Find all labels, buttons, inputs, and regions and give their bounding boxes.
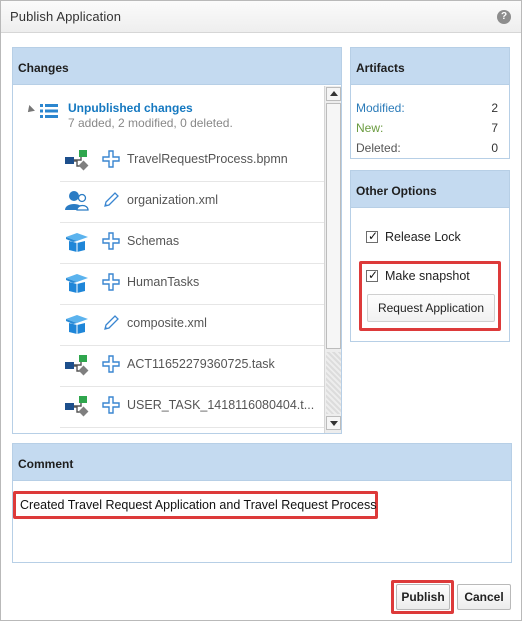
changes-scrollbar[interactable]	[324, 86, 341, 433]
add-icon	[102, 355, 120, 373]
release-lock-checkbox[interactable]: ✓	[366, 229, 379, 243]
change-item[interactable]	[60, 428, 324, 433]
arrow-up-icon	[330, 91, 338, 96]
add-icon	[102, 232, 120, 250]
help-icon[interactable]: ?	[497, 10, 511, 24]
change-item[interactable]: Schemas	[60, 223, 324, 264]
change-item-label: organization.xml	[127, 193, 219, 207]
other-options-header: Other Options	[351, 171, 509, 208]
change-item[interactable]: TravelRequestProcess.bpmn	[60, 141, 324, 182]
artifact-new-row: New: 7	[356, 121, 506, 139]
checkmark-icon: ✓	[368, 268, 379, 282]
list-icon	[40, 104, 58, 118]
change-item[interactable]: composite.xml	[60, 305, 324, 346]
make-snapshot-checkbox[interactable]: ✓	[366, 268, 379, 282]
cancel-button[interactable]: Cancel	[457, 584, 511, 610]
artifacts-header: Artifacts	[351, 48, 509, 85]
scroll-thumb[interactable]	[326, 103, 341, 349]
changes-header: Changes	[13, 48, 341, 85]
checkmark-icon: ✓	[368, 229, 379, 243]
artifact-modified-row: Modified: 2	[356, 101, 506, 119]
folder-box-icon	[66, 233, 88, 252]
comment-panel: Comment Created Travel Request Applicati…	[12, 443, 512, 563]
release-lock-label[interactable]: Release Lock	[385, 230, 461, 244]
collapse-arrow-icon[interactable]	[25, 105, 35, 115]
process-icon	[65, 150, 89, 171]
artifacts-panel: Artifacts Modified: 2 New: 7 Deleted: 0	[350, 47, 510, 159]
folder-box-icon	[66, 274, 88, 293]
artifact-count: 0	[491, 141, 498, 155]
scroll-up-button[interactable]	[326, 87, 341, 101]
change-item[interactable]: organization.xml	[60, 182, 324, 223]
add-icon	[102, 273, 120, 291]
artifact-count: 7	[491, 121, 498, 135]
comment-input[interactable]: Created Travel Request Application and T…	[20, 498, 376, 512]
process-icon	[65, 396, 89, 417]
folder-box-icon	[66, 315, 88, 334]
organization-icon	[65, 191, 89, 211]
artifact-label: Modified:	[356, 101, 405, 115]
changes-tree: Unpublished changes 7 added, 2 modified,…	[13, 86, 324, 433]
unpublished-changes-label[interactable]: Unpublished changes	[68, 101, 193, 115]
artifact-label: Deleted:	[356, 141, 401, 155]
artifact-deleted-row: Deleted: 0	[356, 141, 506, 159]
make-snapshot-label[interactable]: Make snapshot	[385, 269, 470, 283]
scroll-track[interactable]	[326, 352, 341, 414]
changes-summary: 7 added, 2 modified, 0 deleted.	[68, 116, 233, 130]
artifact-count: 2	[491, 101, 498, 115]
edit-pencil-icon	[104, 315, 119, 330]
snapshot-name-field[interactable]: Request Application	[367, 294, 495, 322]
change-item-label: composite.xml	[127, 316, 207, 330]
comment-header: Comment	[13, 444, 511, 481]
unpublished-changes-node[interactable]: Unpublished changes 7 added, 2 modified,…	[13, 98, 324, 138]
arrow-down-icon	[330, 421, 338, 426]
change-item-label: Schemas	[127, 234, 180, 248]
change-item-label: TravelRequestProcess.bpmn	[127, 152, 288, 166]
change-item[interactable]: USER_TASK_1418116080404.t...	[60, 387, 324, 428]
dialog-titlebar: Publish Application ?	[1, 1, 521, 33]
publish-button[interactable]: Publish	[396, 584, 450, 610]
dialog-title: Publish Application	[10, 9, 122, 24]
other-options-panel: Other Options ✓ Release Lock ✓ Make snap…	[350, 170, 510, 342]
artifact-label: New:	[356, 121, 384, 135]
change-item-label: USER_TASK_1418116080404.t...	[127, 398, 315, 412]
changes-panel: Changes Unpublished changes 7 added, 2 m…	[12, 47, 342, 434]
change-item[interactable]: ACT11652279360725.task	[60, 346, 324, 387]
change-item-label: ACT11652279360725.task	[127, 357, 275, 371]
scroll-down-button[interactable]	[326, 416, 341, 430]
change-item[interactable]: HumanTasks	[60, 264, 324, 305]
process-icon	[65, 355, 89, 376]
add-icon	[102, 150, 120, 168]
edit-pencil-icon	[104, 192, 119, 207]
change-item-label: HumanTasks	[127, 275, 200, 289]
publish-application-dialog: Publish Application ? Changes Unpublishe…	[0, 0, 522, 621]
add-icon	[102, 396, 120, 414]
